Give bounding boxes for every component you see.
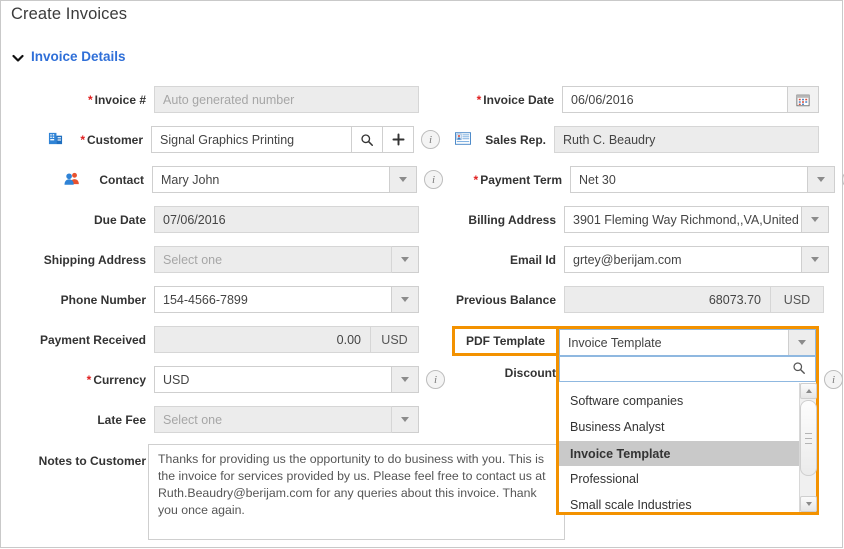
customer-info-icon[interactable]: i <box>421 130 440 149</box>
previous-balance-input[interactable]: 68073.70 <box>564 286 771 313</box>
field-discount: Discount <box>491 366 556 380</box>
field-shipping-address: Shipping Address Select one <box>31 246 419 273</box>
pdf-template-search-input[interactable] <box>559 356 816 382</box>
required-marker: * <box>476 92 482 107</box>
email-id-select[interactable]: grtey@berijam.com <box>564 246 802 273</box>
field-currency: * Currency USD i <box>70 366 445 393</box>
field-previous-balance: Previous Balance 68073.70 USD <box>440 286 824 313</box>
page-title: Create Invoices <box>11 5 128 23</box>
pdf-template-caret-down-icon[interactable] <box>788 330 815 355</box>
field-label: * Payment Term <box>473 172 562 187</box>
calendar-icon[interactable] <box>788 86 819 113</box>
customer-search-button[interactable] <box>352 126 383 153</box>
required-marker: * <box>80 132 85 147</box>
chevron-down-icon[interactable] <box>12 52 24 64</box>
billing-address-select[interactable]: 3901 Fleming Way Richmond,,VA,United S <box>564 206 802 233</box>
field-payment-term: *Payment Term Net 30 i <box>461 166 844 193</box>
payment-received-input[interactable]: 0.00 <box>154 326 371 353</box>
payment-term-select[interactable]: Net 30 <box>570 166 808 193</box>
sales-rep-input[interactable]: Ruth C. Beaudry <box>554 126 819 153</box>
pdf-template-dropdown-highlight: Invoice Template Software companies Busi… <box>556 326 819 515</box>
field-label: * Currency <box>86 372 146 387</box>
contact-select[interactable]: Mary John <box>152 166 390 193</box>
contact-info-icon[interactable]: i <box>424 170 443 189</box>
field-label: Previous Balance <box>455 292 556 307</box>
field-customer: * Customer Signal Graphics Printing i <box>48 126 440 153</box>
email-id-caret-down-icon[interactable] <box>802 246 829 273</box>
field-invoice-number: * Invoice # Auto generated number <box>80 86 419 113</box>
scroll-down-arrow-icon[interactable] <box>800 496 817 512</box>
previous-balance-currency-unit: USD <box>771 286 824 313</box>
field-billing-address: Billing Address 3901 Fleming Way Richmon… <box>455 206 829 233</box>
required-marker: * <box>87 92 93 107</box>
phone-number-select[interactable]: 154-4566-7899 <box>154 286 392 313</box>
field-notes-to-customer: Notes to Customer <box>22 448 146 468</box>
invoice-date-input[interactable]: 06/06/2016 <box>562 86 788 113</box>
scrollbar-thumb[interactable] <box>800 400 817 476</box>
contacts-icon <box>64 171 80 189</box>
field-label: * Invoice Date <box>476 92 554 107</box>
phone-number-caret-down-icon[interactable] <box>392 286 419 313</box>
field-label: Shipping Address <box>43 252 146 267</box>
building-icon <box>48 131 63 149</box>
field-label: Phone Number <box>60 292 146 307</box>
id-card-icon <box>455 131 471 148</box>
shipping-address-select[interactable]: Select one <box>154 246 392 273</box>
field-email-id: Email Id grtey@berijam.com <box>491 246 829 273</box>
invoice-details-section-header[interactable]: Invoice Details <box>12 49 126 64</box>
field-due-date: Due Date 07/06/2016 <box>80 206 419 233</box>
field-label: * Invoice # <box>87 92 146 107</box>
invoice-number-input[interactable]: Auto generated number <box>154 86 419 113</box>
field-contact: Contact Mary John i <box>64 166 443 193</box>
late-fee-select[interactable]: Select one <box>154 406 392 433</box>
due-date-input[interactable]: 07/06/2016 <box>154 206 419 233</box>
list-item[interactable]: Professional <box>559 467 799 491</box>
scroll-up-arrow-icon[interactable] <box>800 383 817 399</box>
payment-term-caret-down-icon[interactable] <box>808 166 835 193</box>
search-icon <box>792 361 806 378</box>
list-item-selected[interactable]: Invoice Template <box>559 441 799 466</box>
field-invoice-date: * Invoice Date 06/06/2016 <box>462 86 819 113</box>
field-payment-received: Payment Received 0.00 USD <box>29 326 419 353</box>
field-label: Notes to Customer <box>38 454 146 468</box>
field-label: Late Fee <box>97 412 146 427</box>
pdf-template-selected-value: Invoice Template <box>568 335 662 350</box>
customer-add-button[interactable] <box>383 126 414 153</box>
field-sales-rep: Sales Rep. Ruth C. Beaudry <box>455 126 819 153</box>
shipping-address-caret-down-icon[interactable] <box>392 246 419 273</box>
list-item[interactable]: Software companies <box>559 389 799 413</box>
field-label: Sales Rep. <box>485 132 546 147</box>
late-fee-caret-down-icon[interactable] <box>392 406 419 433</box>
currency-info-icon[interactable]: i <box>426 370 445 389</box>
field-label: Contact <box>99 172 144 187</box>
field-label: Billing Address <box>468 212 556 227</box>
section-title: Invoice Details <box>31 49 126 64</box>
billing-address-caret-down-icon[interactable] <box>802 206 829 233</box>
field-phone-number: Phone Number 154-4566-7899 <box>52 286 419 313</box>
contact-caret-down-icon[interactable] <box>390 166 417 193</box>
pdf-template-label-highlight: PDF Template <box>452 326 559 356</box>
list-item[interactable]: Business Analyst <box>559 415 799 439</box>
currency-caret-down-icon[interactable] <box>392 366 419 393</box>
field-late-fee: Late Fee Select one <box>80 406 419 433</box>
field-label: * Customer <box>80 132 143 147</box>
field-label: Discount <box>504 366 556 380</box>
currency-select[interactable]: USD <box>154 366 392 393</box>
pdf-template-scrollbar[interactable] <box>799 383 817 512</box>
payment-received-currency-unit: USD <box>371 326 419 353</box>
field-label: Email Id <box>509 252 556 267</box>
field-label: Due Date <box>93 212 146 227</box>
customer-input[interactable]: Signal Graphics Printing <box>151 126 352 153</box>
discount-info-icon[interactable]: i <box>824 370 843 389</box>
field-label: Payment Received <box>39 332 146 347</box>
required-marker: * <box>473 172 479 187</box>
pdf-template-option-list[interactable]: Software companies Business Analyst Invo… <box>559 383 799 512</box>
pdf-template-select[interactable]: Invoice Template <box>559 329 816 356</box>
list-item[interactable]: Small scale Industries <box>559 493 799 512</box>
required-marker: * <box>86 372 92 387</box>
notes-to-customer-textarea[interactable]: Thanks for providing us the opportunity … <box>148 444 565 540</box>
